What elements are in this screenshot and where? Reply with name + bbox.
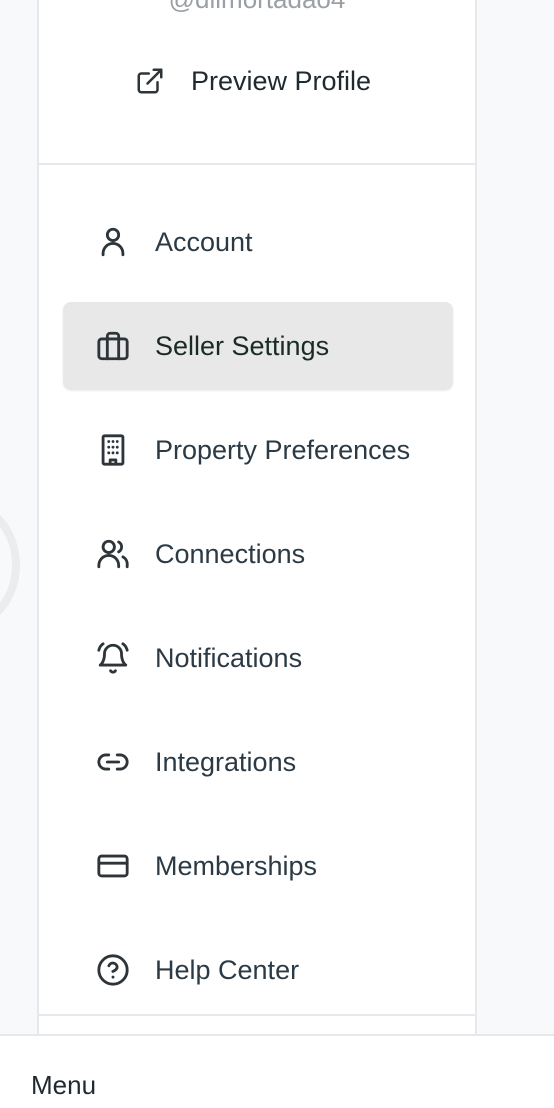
bottom-menu-bar: Menu <box>0 1034 554 1108</box>
nav-item-label: Notifications <box>155 642 303 673</box>
nav-item-seller-settings[interactable]: Seller Settings <box>63 302 453 390</box>
nav-item-label: Property Preferences <box>155 434 411 465</box>
preview-profile-label: Preview Profile <box>191 65 372 96</box>
credit-card-icon <box>96 849 130 883</box>
nav-item-integrations[interactable]: Integrations <box>63 718 453 806</box>
profile-username: @dilmortadao4 <box>39 0 475 15</box>
external-link-icon <box>135 66 165 96</box>
bell-icon <box>96 641 130 675</box>
building-icon <box>96 433 130 467</box>
nav-item-label: Integrations <box>155 746 297 777</box>
user-icon <box>96 225 130 259</box>
menu-button[interactable]: Menu <box>31 1070 96 1100</box>
nav-item-memberships[interactable]: Memberships <box>63 822 453 910</box>
divider <box>39 163 475 165</box>
users-icon <box>96 537 130 571</box>
nav-item-label: Connections <box>155 538 306 569</box>
divider <box>39 1014 475 1016</box>
briefcase-icon <box>96 329 130 363</box>
nav-item-notifications[interactable]: Notifications <box>63 614 453 702</box>
settings-page: @dilmortadao4 Preview Profile Account <box>0 0 554 1108</box>
settings-nav: Account Seller Settings Property Prefere… <box>63 198 453 1030</box>
nav-item-label: Memberships <box>155 850 318 881</box>
link-icon <box>96 745 130 779</box>
nav-item-label: Account <box>155 226 253 257</box>
nav-item-property-preferences[interactable]: Property Preferences <box>63 406 453 494</box>
background-avatar-ring <box>0 500 20 630</box>
nav-item-account[interactable]: Account <box>63 198 453 286</box>
nav-item-label: Seller Settings <box>155 330 330 361</box>
nav-item-connections[interactable]: Connections <box>63 510 453 598</box>
nav-item-label: Help Center <box>155 954 300 985</box>
preview-profile-link[interactable]: Preview Profile <box>135 62 371 100</box>
settings-sidebar: @dilmortadao4 Preview Profile Account <box>37 0 477 1034</box>
help-circle-icon <box>96 953 130 987</box>
nav-item-help-center[interactable]: Help Center <box>63 926 453 1014</box>
